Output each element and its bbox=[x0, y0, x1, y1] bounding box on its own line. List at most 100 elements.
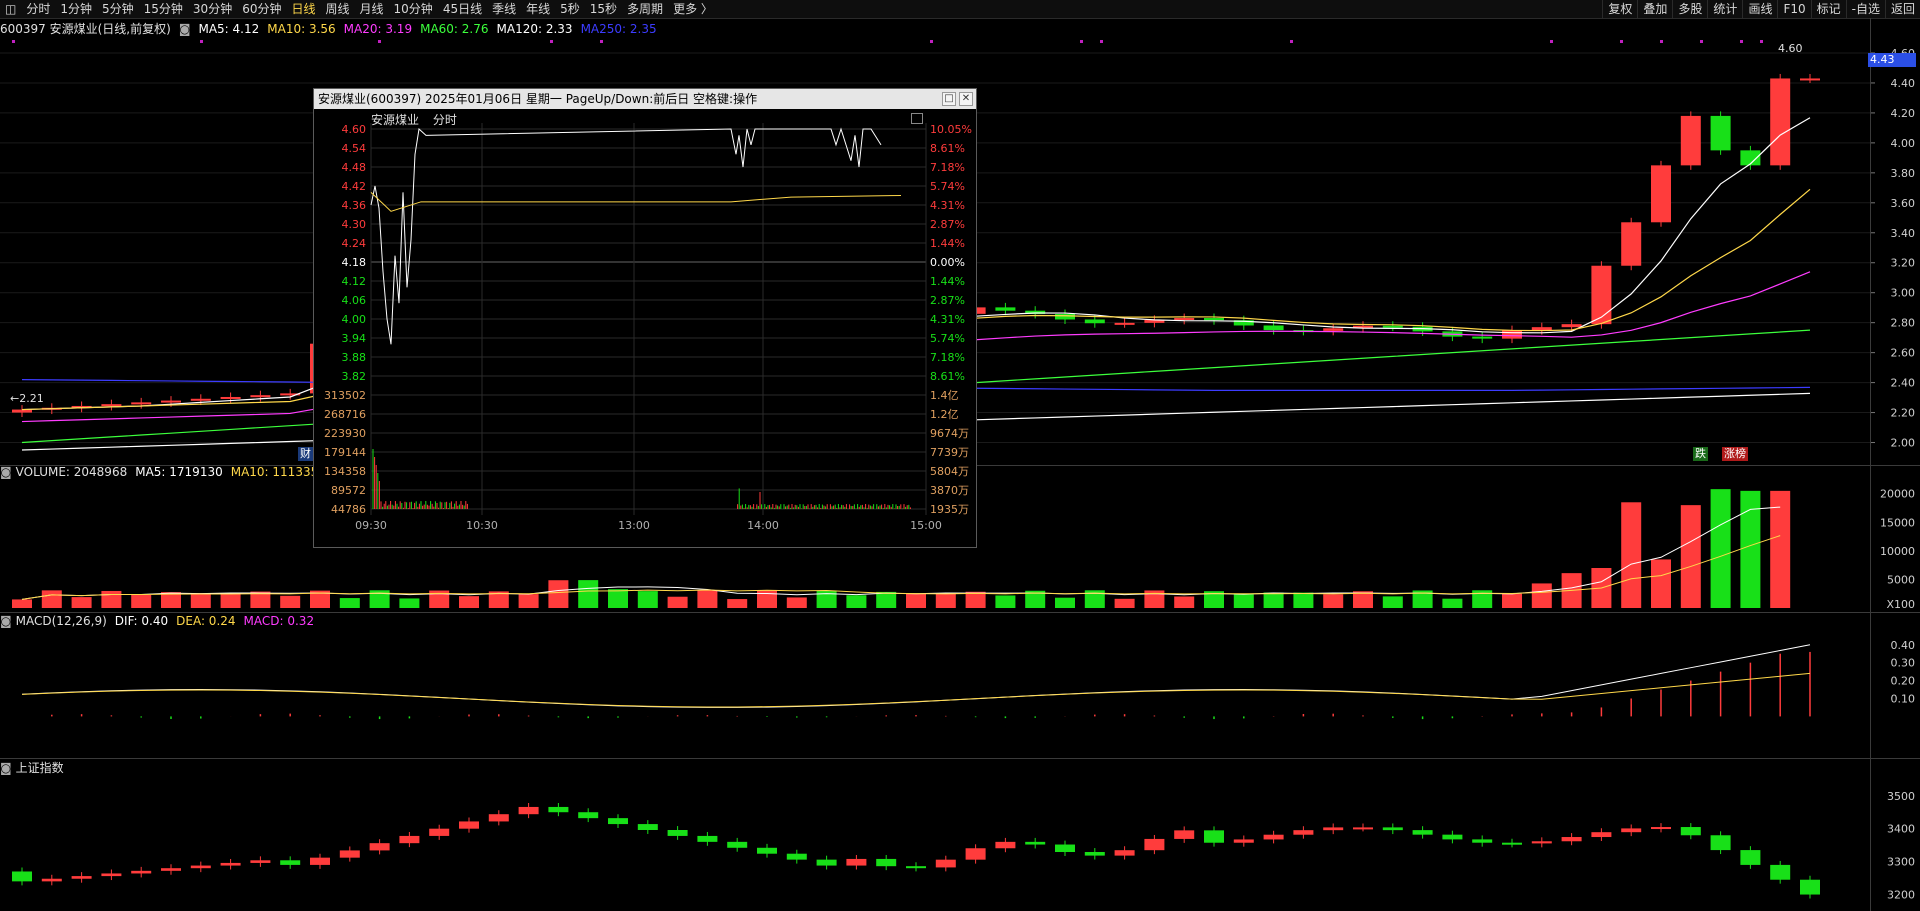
period-tab-4[interactable]: 30分钟 bbox=[188, 0, 237, 18]
popup-restore-icon[interactable]: □ bbox=[942, 92, 956, 106]
period-tab-15[interactable]: 多周期 bbox=[622, 0, 668, 18]
price-tick-label: 3.80 bbox=[1891, 167, 1916, 180]
period-tab-7[interactable]: 周线 bbox=[321, 0, 355, 18]
index-candle-body bbox=[280, 860, 301, 865]
volume-tick-label: 15000 bbox=[1880, 516, 1915, 529]
fall-tag[interactable]: 跌 bbox=[1693, 447, 1708, 461]
period-tab-0[interactable]: 分时 bbox=[21, 0, 55, 18]
popup-price-label: 4.36 bbox=[342, 199, 367, 212]
period-tab-16[interactable]: 更多 〉 bbox=[668, 0, 718, 18]
popup-pct-label: 8.61% bbox=[930, 370, 965, 383]
index-candle-body bbox=[1084, 852, 1105, 856]
popup-close-icon[interactable]: ✕ bbox=[959, 92, 973, 106]
volume-bar bbox=[1710, 489, 1731, 608]
toolbar-right-item-2[interactable]: 多股 bbox=[1672, 0, 1707, 18]
volume-collapse-icon[interactable]: ◙ bbox=[0, 463, 12, 481]
index-candle-body bbox=[1114, 850, 1135, 856]
popup-pct-label: 8.61% bbox=[930, 142, 965, 155]
popup-time-label: 15:00 bbox=[910, 519, 942, 532]
toolbar-right-item-5[interactable]: F10 bbox=[1777, 0, 1810, 18]
index-candle-body bbox=[995, 841, 1016, 849]
toolbar-right-item-6[interactable]: 标记 bbox=[1810, 0, 1846, 18]
volume-bar bbox=[1382, 596, 1403, 608]
period-tab-6[interactable]: 日线 bbox=[286, 0, 320, 18]
index-candle-body bbox=[1263, 834, 1284, 840]
toolbar-right-item-3[interactable]: 统计 bbox=[1707, 0, 1742, 18]
price-tick-label: 2.80 bbox=[1891, 317, 1916, 330]
intraday-popup[interactable]: 安源煤业(600397) 2025年01月06日 星期一 PageUp/Down… bbox=[313, 88, 977, 548]
index-candle-body bbox=[1651, 827, 1671, 830]
index-candle-body bbox=[667, 830, 688, 836]
period-tab-10[interactable]: 45日线 bbox=[438, 0, 487, 18]
index-chart[interactable] bbox=[0, 776, 1870, 911]
candle-body bbox=[1204, 318, 1224, 321]
toolbar-right-item-1[interactable]: 叠加 bbox=[1637, 0, 1672, 18]
price-tick-label: 2.20 bbox=[1891, 407, 1916, 420]
index-candle-body bbox=[846, 858, 867, 866]
finance-tag[interactable]: 财 bbox=[298, 447, 313, 461]
toolbar-menu-icon[interactable]: ◫ bbox=[0, 0, 21, 18]
popup-price-label: 3.94 bbox=[342, 332, 367, 345]
index-candle-body bbox=[429, 828, 450, 836]
popup-price-label: 4.12 bbox=[342, 275, 367, 288]
volume-axis: 20000 15000 10000 5000 X100 bbox=[1880, 488, 1915, 611]
popup-time-label: 09:30 bbox=[355, 519, 387, 532]
popup-price-label: 4.24 bbox=[342, 237, 367, 250]
volume-bar bbox=[399, 598, 420, 608]
index-candle-body bbox=[399, 835, 420, 844]
index-tick-label: 3300 bbox=[1887, 856, 1915, 869]
popup-volume-label: 223930 bbox=[324, 427, 366, 440]
period-tab-9[interactable]: 10分钟 bbox=[389, 0, 438, 18]
volume-bar bbox=[190, 593, 211, 608]
volume-bar bbox=[667, 596, 688, 608]
volume-bar bbox=[280, 595, 301, 608]
index-candle-body bbox=[637, 824, 658, 830]
index-candle-body bbox=[1502, 842, 1522, 845]
macd-dea-line bbox=[21, 672, 1811, 708]
index-candle-body bbox=[727, 841, 748, 848]
index-candle-body bbox=[41, 878, 62, 882]
volume-tick-label: 20000 bbox=[1880, 488, 1915, 501]
index-candle-body bbox=[310, 857, 330, 865]
popup-volume-label: 44786 bbox=[331, 503, 366, 516]
index-candle-body bbox=[131, 870, 152, 874]
popup-title-bar[interactable]: 安源煤业(600397) 2025年01月06日 星期一 PageUp/Down… bbox=[314, 89, 976, 109]
main-chart-info: 600397 安源煤业(日线,前复权) ◙ MA5: 4.12 MA10: 3.5… bbox=[0, 20, 673, 38]
macd-tick-label: 0.10 bbox=[1891, 692, 1916, 705]
candle-body bbox=[1323, 328, 1344, 331]
ma-legend-item-1: MA10: 3.56 bbox=[267, 22, 336, 36]
period-tab-13[interactable]: 5秒 bbox=[555, 0, 585, 18]
index-candle-body bbox=[71, 876, 92, 879]
index-candle-body bbox=[1442, 834, 1463, 840]
period-tab-5[interactable]: 60分钟 bbox=[237, 0, 286, 18]
limit-up-tag[interactable]: 涨榜 bbox=[1722, 447, 1748, 461]
event-marker bbox=[1660, 40, 1663, 43]
volume-bar bbox=[1621, 502, 1642, 608]
macd-axis: 0.40 0.30 0.20 0.10 bbox=[1891, 639, 1916, 706]
toolbar-right-item-4[interactable]: 画线 bbox=[1742, 0, 1777, 18]
index-tick-label: 3200 bbox=[1887, 889, 1915, 902]
candle-body bbox=[190, 398, 211, 401]
candle-body bbox=[1710, 115, 1731, 151]
index-collapse-icon[interactable]: ◙ bbox=[0, 759, 12, 777]
period-tab-12[interactable]: 年线 bbox=[521, 0, 555, 18]
period-tab-2[interactable]: 5分钟 bbox=[97, 0, 139, 18]
index-info: ◙ 上证指数 bbox=[0, 759, 72, 777]
price-tick-label: 3.40 bbox=[1891, 227, 1916, 240]
intraday-chart[interactable]: 4.60 10.05% 4.54 8.61% 4.48 7.18% 4.42 5.74% 4.3… bbox=[314, 109, 976, 547]
period-tab-14[interactable]: 15秒 bbox=[585, 0, 622, 18]
ma-collapse-icon[interactable]: ◙ bbox=[179, 20, 191, 38]
period-tab-1[interactable]: 1分钟 bbox=[55, 0, 97, 18]
toolbar-right-item-7[interactable]: -自选 bbox=[1845, 0, 1885, 18]
period-tab-11[interactable]: 季线 bbox=[487, 0, 521, 18]
period-tab-3[interactable]: 15分钟 bbox=[139, 0, 188, 18]
toolbar-right-item-0[interactable]: 复权 bbox=[1602, 0, 1637, 18]
period-tab-8[interactable]: 月线 bbox=[355, 0, 389, 18]
popup-pct-label: 7.18% bbox=[930, 351, 965, 364]
volume-bar bbox=[876, 591, 897, 608]
index-candle-body bbox=[518, 806, 539, 815]
toolbar-right-item-8[interactable]: 返回 bbox=[1884, 0, 1920, 18]
popup-pct-label: 5.74% bbox=[930, 332, 965, 345]
macd-chart[interactable] bbox=[0, 628, 1870, 758]
popup-volume-pct-label: 1.2亿 bbox=[930, 408, 959, 421]
